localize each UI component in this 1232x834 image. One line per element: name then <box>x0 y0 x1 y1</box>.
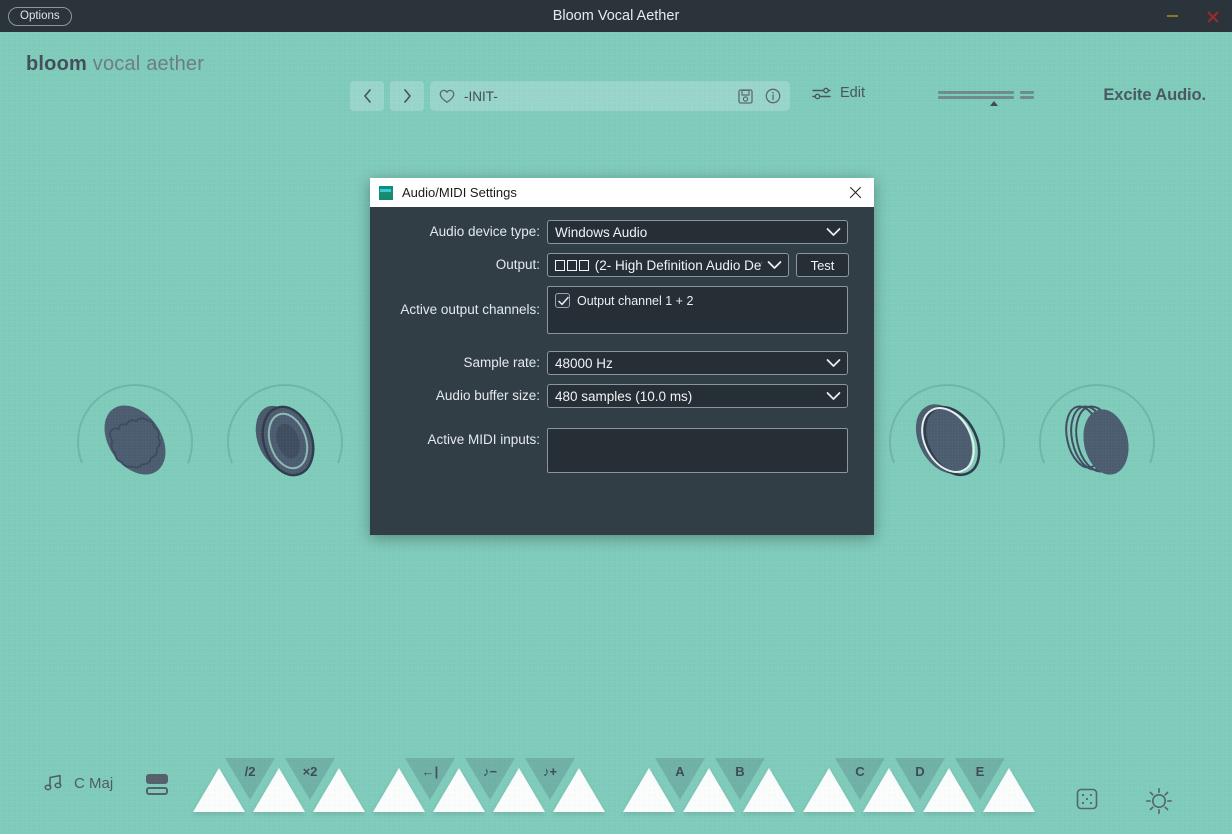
buffer-size-label: Audio buffer size: <box>435 388 540 403</box>
brand-bold: bloom <box>26 53 87 75</box>
window-controls <box>1152 0 1232 32</box>
preset-next-button[interactable] <box>390 81 424 111</box>
row-midi-inputs: Active MIDI inputs: <box>370 428 874 473</box>
dialog-titlebar: Audio/MIDI Settings <box>370 178 874 207</box>
knob-graphic-2[interactable] <box>220 375 350 505</box>
row-output: Output: (2- High Definition Audio Device… <box>370 253 874 277</box>
app-root: Options Bloom Vocal Aether bloom vocal a… <box>0 0 1232 834</box>
sample-rate-select[interactable]: 48000 Hz <box>547 351 848 375</box>
meter-bar-top-main <box>938 91 1014 94</box>
bottom-toolbar: C Maj /2 ×2 ←| ♪− ♪+ A B C D E <box>0 744 1232 834</box>
output-label: Output: <box>495 257 540 272</box>
trigger-pad-5[interactable] <box>493 768 545 812</box>
output-channels-list[interactable]: Output channel 1 + 2 <box>547 286 848 334</box>
check-icon <box>558 296 569 306</box>
output-meter[interactable] <box>938 89 1034 106</box>
meter-bar-bottom-peak <box>1020 96 1034 99</box>
output-device-select[interactable]: (2- High Definition Audio Device) <box>547 253 789 277</box>
list-item[interactable]: Output channel 1 + 2 <box>555 293 840 308</box>
dialog-title: Audio/MIDI Settings <box>402 185 517 200</box>
trigger-pad-1[interactable] <box>253 768 305 812</box>
trigger-pad-0[interactable] <box>193 768 245 812</box>
row-active-output-channels: Active output channels: Output channel 1… <box>370 286 874 334</box>
app-icon <box>379 185 393 200</box>
close-window-button[interactable] <box>1192 0 1232 32</box>
minimize-button[interactable] <box>1152 0 1192 32</box>
device-type-select[interactable]: Windows Audio <box>547 220 848 244</box>
device-type-value: Windows Audio <box>555 224 648 240</box>
row-device-type: Audio device type: Windows Audio <box>370 220 874 244</box>
channel-label: Output channel 1 + 2 <box>577 293 694 308</box>
trigger-pad-7[interactable] <box>623 768 675 812</box>
active-output-channels-label: Active output channels: <box>400 302 540 317</box>
unrendered-glyph <box>567 259 577 271</box>
chevron-down-icon <box>826 359 841 367</box>
chevron-left-icon <box>363 89 371 103</box>
test-button[interactable]: Test <box>796 253 849 277</box>
info-icon[interactable] <box>765 88 781 104</box>
trigger-pad-10[interactable] <box>803 768 855 812</box>
sliders-icon <box>812 86 832 101</box>
close-icon <box>1206 10 1219 23</box>
brand-light: vocal aether <box>92 53 205 75</box>
options-button[interactable]: Options <box>8 6 72 26</box>
output-device-text: (2- High Definition Audio Device) <box>594 257 762 273</box>
window-titlebar: Options Bloom Vocal Aether <box>0 0 1232 32</box>
dice-icon[interactable] <box>1076 788 1098 815</box>
unrendered-glyph <box>579 259 589 271</box>
sample-rate-value: 48000 Hz <box>555 355 613 371</box>
preset-browser[interactable]: -INIT- <box>430 81 790 111</box>
meter-bar-bottom-main <box>938 96 1014 99</box>
company-logo: Excite Audio. <box>1103 86 1206 104</box>
trigger-pad-9[interactable] <box>743 768 795 812</box>
output-device-value: (2- High Definition Audio Device) <box>555 258 762 273</box>
options-button-label: Options <box>20 10 60 22</box>
trigger-pad-13[interactable] <box>983 768 1035 812</box>
plugin-brand: bloom vocal aether <box>26 53 204 76</box>
preset-name: -INIT- <box>464 88 498 104</box>
knob-graphic-1[interactable] <box>70 375 200 505</box>
minimize-icon <box>1166 15 1178 17</box>
edit-label: Edit <box>840 85 865 101</box>
dialog-body: Audio device type: Windows Audio Output:… <box>370 207 874 535</box>
trigger-pad-4[interactable] <box>433 768 485 812</box>
sample-rate-label: Sample rate: <box>463 355 540 370</box>
device-type-label: Audio device type: <box>429 224 540 239</box>
buffer-size-value: 480 samples (10.0 ms) <box>555 388 693 404</box>
trigger-pad-2[interactable] <box>313 768 365 812</box>
heart-icon[interactable] <box>439 89 455 104</box>
close-icon <box>849 186 862 199</box>
test-button-label: Test <box>810 257 835 273</box>
chevron-right-icon <box>403 89 411 103</box>
midi-inputs-label: Active MIDI inputs: <box>427 432 540 447</box>
save-icon[interactable] <box>738 88 753 104</box>
buffer-size-select[interactable]: 480 samples (10.0 ms) <box>547 384 848 408</box>
trigger-pad-3[interactable] <box>373 768 425 812</box>
trigger-pad-6[interactable] <box>553 768 605 812</box>
brightness-icon[interactable] <box>1146 788 1172 819</box>
trigger-triangles: /2 ×2 ←| ♪− ♪+ A B C D E <box>0 744 1232 834</box>
row-buffer-size: Audio buffer size: 480 samples (10.0 ms) <box>370 384 874 408</box>
audio-midi-settings-dialog: Audio/MIDI Settings Audio device type: W… <box>370 178 874 535</box>
dialog-close-button[interactable] <box>842 180 868 205</box>
midi-inputs-list[interactable] <box>547 428 848 473</box>
unrendered-glyph <box>555 259 565 271</box>
meter-bar-top-peak <box>1020 91 1034 94</box>
window-title: Bloom Vocal Aether <box>552 8 680 24</box>
edit-button[interactable]: Edit <box>812 85 865 101</box>
meter-marker-icon <box>990 101 998 106</box>
trigger-pad-11[interactable] <box>863 768 915 812</box>
preset-prev-button[interactable] <box>350 81 384 111</box>
trigger-pad-12[interactable] <box>923 768 975 812</box>
chevron-down-icon <box>767 261 782 269</box>
knob-graphic-4[interactable] <box>1032 375 1162 505</box>
row-sample-rate: Sample rate: 48000 Hz <box>370 351 874 375</box>
trigger-pad-8[interactable] <box>683 768 735 812</box>
chevron-down-icon <box>826 228 841 236</box>
chevron-down-icon <box>826 392 841 400</box>
knob-graphic-3[interactable] <box>882 375 1012 505</box>
checkbox-checked[interactable] <box>555 293 570 308</box>
